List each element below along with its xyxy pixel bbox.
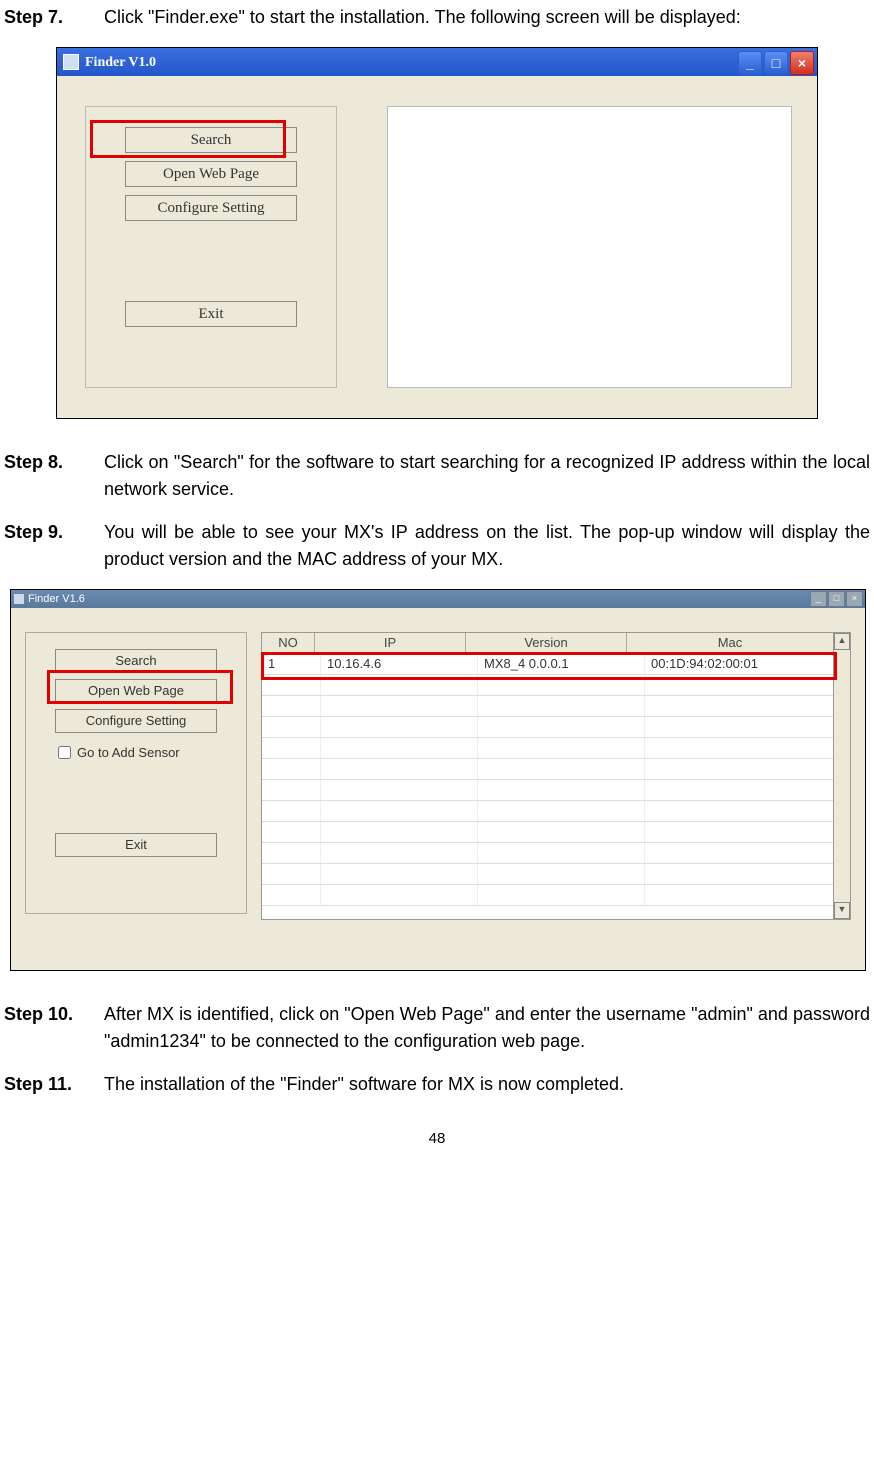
highlight-search-fig1 <box>90 120 286 158</box>
step7-label: Step 7. <box>4 4 104 31</box>
scroll-down-icon[interactable]: ▼ <box>834 902 850 919</box>
app-icon <box>63 54 79 70</box>
configure-setting-button[interactable]: Configure Setting <box>55 709 217 733</box>
window-title-fig2: Finder V1.6 <box>28 591 85 608</box>
maximize-button[interactable]: □ <box>828 591 845 607</box>
highlight-open-web-page <box>47 670 233 704</box>
col-no: NO <box>262 633 315 653</box>
step11-text: The installation of the "Finder" softwar… <box>104 1071 870 1098</box>
minimize-button[interactable]: _ <box>810 591 827 607</box>
table-row <box>262 717 834 738</box>
table-row <box>262 780 834 801</box>
scroll-up-icon[interactable]: ▲ <box>834 633 850 650</box>
step10-label: Step 10. <box>4 1001 104 1055</box>
page-number: 48 <box>4 1128 870 1151</box>
table-header: NO IP Version Mac <box>262 633 834 654</box>
close-button[interactable]: × <box>846 591 863 607</box>
checkbox-label: Go to Add Sensor <box>77 743 180 763</box>
table-row <box>262 759 834 780</box>
screenshot-finder-v1: Finder V1.0 _ □ × Search Open Web Page C… <box>56 47 818 419</box>
table-row <box>262 738 834 759</box>
table-row <box>262 822 834 843</box>
table-row <box>262 843 834 864</box>
step11-label: Step 11. <box>4 1071 104 1098</box>
table-row <box>262 801 834 822</box>
exit-button[interactable]: Exit <box>125 301 297 327</box>
col-version: Version <box>466 633 627 653</box>
table-row <box>262 696 834 717</box>
exit-button[interactable]: Exit <box>55 833 217 857</box>
step7-text: Click "Finder.exe" to start the installa… <box>104 4 870 31</box>
screenshot-finder-v1-6: Finder V1.6 _ □ × Search Open Web Page C… <box>10 589 866 971</box>
checkbox-input[interactable] <box>58 746 71 759</box>
step9-label: Step 9. <box>4 519 104 573</box>
highlight-result-row <box>261 652 837 680</box>
col-mac: Mac <box>627 633 834 653</box>
col-ip: IP <box>315 633 466 653</box>
step10-text: After MX is identified, click on "Open W… <box>104 1001 870 1055</box>
results-panel-fig1 <box>387 106 792 388</box>
step9-text: You will be able to see your MX's IP add… <box>104 519 870 573</box>
window-title-fig1: Finder V1.0 <box>85 52 156 73</box>
maximize-button[interactable]: □ <box>764 51 788 75</box>
configure-setting-button[interactable]: Configure Setting <box>125 195 297 221</box>
open-web-page-button[interactable]: Open Web Page <box>125 161 297 187</box>
step8-text: Click on "Search" for the software to st… <box>104 449 870 503</box>
close-button[interactable]: × <box>790 51 814 75</box>
minimize-button[interactable]: _ <box>738 51 762 75</box>
table-row <box>262 864 834 885</box>
app-icon <box>14 594 24 604</box>
titlebar-fig1: Finder V1.0 <box>57 48 817 76</box>
table-row <box>262 885 834 906</box>
titlebar-fig2: Finder V1.6 <box>11 590 865 608</box>
step8-label: Step 8. <box>4 449 104 503</box>
go-to-add-sensor-checkbox[interactable]: Go to Add Sensor <box>54 743 246 763</box>
